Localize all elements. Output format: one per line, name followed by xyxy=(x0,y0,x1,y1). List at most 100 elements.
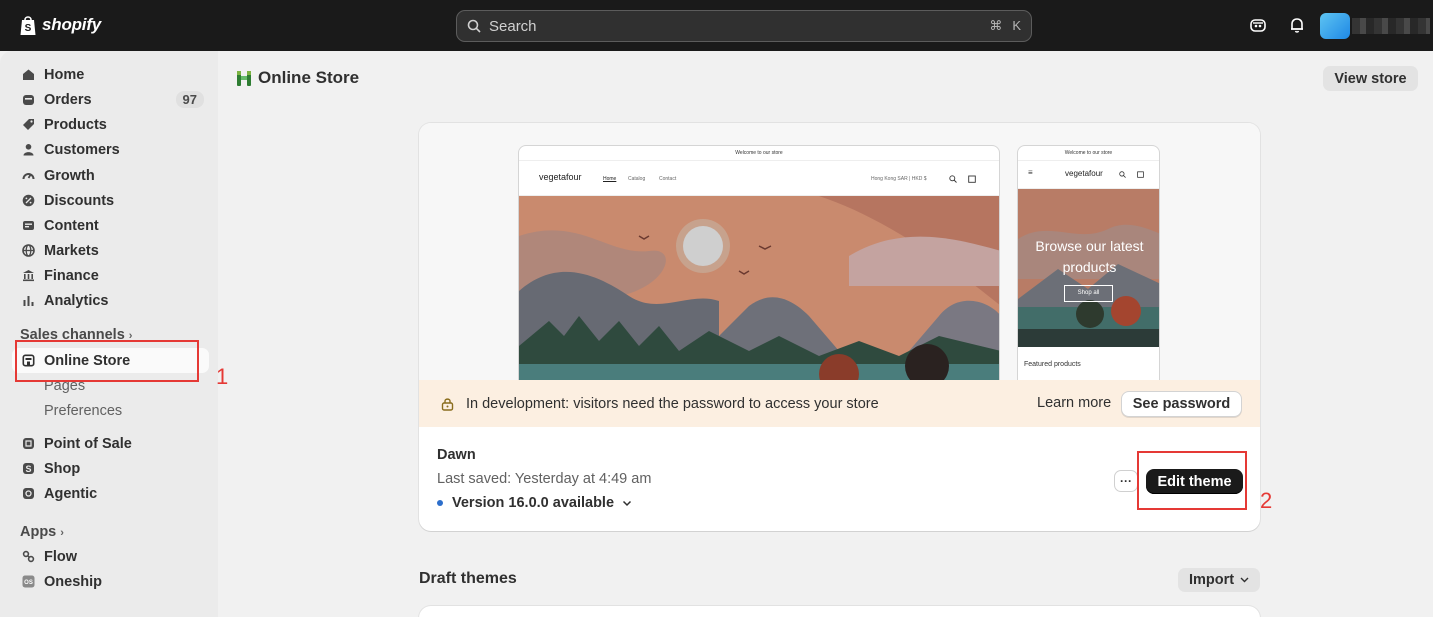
preview-nav-home: Home xyxy=(603,176,617,182)
mobile-header: ≡ vegetafour xyxy=(1018,161,1159,189)
bell-icon[interactable] xyxy=(1288,16,1306,34)
page-title: Online Store xyxy=(236,68,359,88)
chevron-down-icon xyxy=(623,500,632,506)
discount-icon xyxy=(21,194,35,208)
sidebar-item-label: Content xyxy=(44,217,99,234)
desktop-hero-illustration xyxy=(519,196,999,384)
mobile-shop-all-button: Shop all xyxy=(1064,285,1113,302)
top-bar: S shopify Search ⌘ K xyxy=(0,0,1433,51)
search-input[interactable]: Search ⌘ K xyxy=(456,10,1032,42)
desktop-preview: Welcome to our store vegetafour Home Cat… xyxy=(518,145,1000,385)
development-message: In development: visitors need the passwo… xyxy=(466,395,879,412)
lock-icon xyxy=(441,397,454,411)
online-store-icon xyxy=(237,70,251,86)
svg-text:OS: OS xyxy=(24,580,33,586)
sidebar-item-orders[interactable]: Orders 97 xyxy=(12,87,209,112)
content-icon xyxy=(21,219,35,233)
theme-name: Dawn xyxy=(437,447,476,463)
sidebar-item-finance[interactable]: Finance xyxy=(12,263,209,288)
sidebar-item-label: Analytics xyxy=(44,292,109,309)
sidebar-item-flow[interactable]: Flow xyxy=(12,544,209,569)
sidebar-item-label: Products xyxy=(44,116,107,133)
draft-themes-card xyxy=(419,606,1260,617)
preview-search-icon xyxy=(949,175,957,183)
apps-heading[interactable]: Apps › xyxy=(20,524,64,540)
learn-more-link[interactable]: Learn more xyxy=(1037,395,1111,411)
preview-store-name: vegetafour xyxy=(539,172,582,182)
chevron-right-icon: › xyxy=(60,527,64,539)
home-icon xyxy=(21,68,35,82)
sidebar-item-label: Orders xyxy=(44,91,92,108)
preview-nav-catalog: Catalog xyxy=(628,176,646,182)
sidebar-item-label: Growth xyxy=(44,167,95,184)
preview-header: vegetafour Home Catalog Contact Hong Kon… xyxy=(519,161,999,196)
brand-name: shopify xyxy=(42,15,102,34)
k-key: K xyxy=(1012,18,1021,33)
development-banner: In development: visitors need the passwo… xyxy=(419,380,1260,427)
sidebar-item-customers[interactable]: Customers xyxy=(12,137,209,162)
sidebar-item-shop[interactable]: S Shop xyxy=(12,456,209,481)
sidebar-item-home[interactable]: Home xyxy=(12,62,209,87)
sidebar-item-label: Home xyxy=(44,66,85,83)
bar-chart-icon xyxy=(21,294,35,308)
orders-icon xyxy=(21,93,35,107)
person-icon xyxy=(21,143,35,157)
svg-text:S: S xyxy=(25,464,31,474)
sidebar-item-label: Oneship xyxy=(44,573,103,590)
sidebar-item-label: Shop xyxy=(44,460,81,477)
sidebar-item-oneship[interactable]: OS Oneship xyxy=(12,569,209,594)
store-name-redacted[interactable] xyxy=(1352,18,1430,34)
sidebar-item-label: Customers xyxy=(44,141,120,158)
orders-count-badge: 97 xyxy=(175,91,204,108)
flow-icon xyxy=(21,550,35,564)
gauge-icon xyxy=(21,169,35,183)
chevron-down-icon xyxy=(1240,577,1249,583)
theme-last-saved: Last saved: Yesterday at 4:49 am xyxy=(437,471,652,487)
store-avatar[interactable] xyxy=(1320,13,1350,39)
preview-announcement: Welcome to our store xyxy=(519,146,999,161)
sidebar-item-growth[interactable]: Growth xyxy=(12,163,209,188)
theme-preview[interactable]: Welcome to our store vegetafour Home Cat… xyxy=(419,123,1260,385)
apps-label: Apps xyxy=(20,524,57,540)
mobile-store-name: vegetafour xyxy=(1065,169,1103,178)
see-password-button[interactable]: See password xyxy=(1121,391,1242,417)
annotation-number-1: 1 xyxy=(216,364,229,389)
shopify-logo[interactable]: S shopify xyxy=(19,14,101,36)
import-button[interactable]: Import xyxy=(1178,568,1260,592)
sidebar-item-label: Discounts xyxy=(44,192,115,209)
sidebar-item-products[interactable]: Products xyxy=(12,112,209,137)
menu-icon: ≡ xyxy=(1028,168,1033,177)
pos-icon xyxy=(21,437,35,451)
search-shortcut: ⌘ K xyxy=(989,18,1021,34)
search-placeholder: Search xyxy=(489,17,537,35)
preview-nav-contact: Contact xyxy=(659,176,677,182)
mobile-featured-label: Featured products xyxy=(1024,361,1081,368)
version-available-dropdown[interactable]: Version 16.0.0 available xyxy=(437,495,632,511)
oneship-icon: OS xyxy=(21,575,35,589)
svg-text:S: S xyxy=(25,23,32,34)
sidekick-icon[interactable] xyxy=(1249,16,1267,34)
sidebar-item-analytics[interactable]: Analytics xyxy=(12,288,209,313)
sidebar-item-label: Flow xyxy=(44,548,78,565)
sidebar-item-markets[interactable]: Markets xyxy=(12,238,209,263)
sidebar-item-discounts[interactable]: Discounts xyxy=(12,188,209,213)
preview-currency: Hong Kong SAR | HKD $ xyxy=(871,176,927,182)
mobile-search-icon xyxy=(1119,171,1126,178)
sidebar-item-point-of-sale[interactable]: Point of Sale xyxy=(12,431,209,456)
sidebar-item-agentic[interactable]: Agentic xyxy=(12,481,209,506)
annotation-box-2 xyxy=(1137,451,1247,510)
view-store-button[interactable]: View store xyxy=(1323,66,1418,91)
sidebar-subitem-preferences[interactable]: Preferences xyxy=(44,403,122,419)
bank-icon xyxy=(21,269,35,283)
sidebar-item-label: Point of Sale xyxy=(44,435,132,452)
sidebar-item-content[interactable]: Content xyxy=(12,213,209,238)
import-label: Import xyxy=(1188,572,1235,588)
more-actions-button[interactable]: ··· xyxy=(1114,470,1138,492)
version-status-dot xyxy=(437,500,443,506)
sidebar-item-label: Finance xyxy=(44,267,99,284)
page-title-text: Online Store xyxy=(258,68,360,87)
search-icon xyxy=(467,19,481,33)
mobile-announcement: Welcome to our store xyxy=(1018,146,1159,161)
mobile-hero: Browse our latest products Shop all xyxy=(1018,189,1159,347)
command-key: ⌘ xyxy=(989,18,1003,33)
